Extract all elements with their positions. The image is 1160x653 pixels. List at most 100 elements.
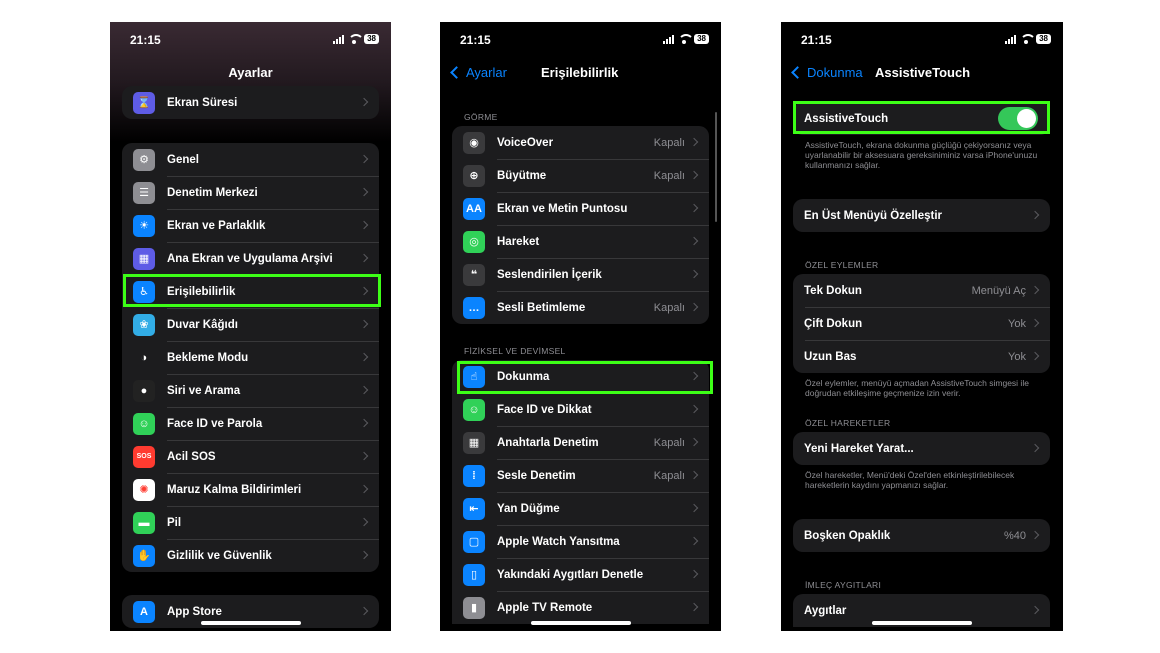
idle-opacity-row[interactable]: Boşken Opaklık %40 xyxy=(793,519,1050,552)
row-value: Kapalı xyxy=(653,469,685,482)
status-time: 21:15 xyxy=(460,33,491,47)
chevron-right-icon xyxy=(1030,443,1040,453)
new-gesture-row[interactable]: Yeni Hareket Yarat... xyxy=(793,432,1050,465)
status-time: 21:15 xyxy=(130,33,161,47)
assistivetouch-toggle-group: AssistiveTouch xyxy=(793,102,1050,135)
row-label: Erişilebilirlik xyxy=(167,285,236,298)
row-yan-dugme[interactable]: ⇤ Yan Düğme xyxy=(452,492,709,525)
home-indicator[interactable] xyxy=(200,621,301,625)
row-sesli-betimleme[interactable]: … Sesli Betimleme Kapalı xyxy=(452,291,709,324)
back-button[interactable]: Ayarlar xyxy=(448,65,507,80)
row-dokunma[interactable]: ☝ Dokunma xyxy=(452,360,709,393)
sun-icon: ☀ xyxy=(133,214,155,237)
zoom-icon: ⊕ xyxy=(463,164,485,187)
row-value: Yok xyxy=(1008,350,1026,363)
row-sesle-denetim[interactable]: ⁞ Sesle Denetim Kapalı xyxy=(452,459,709,492)
chevron-right-icon xyxy=(689,536,699,546)
row-label: Ana Ekran ve Uygulama Arşivi xyxy=(167,252,333,265)
row-label: Büyütme xyxy=(497,169,547,182)
row-label: Ekran Süresi xyxy=(167,96,238,109)
chevron-right-icon xyxy=(689,569,699,579)
row-duvar-kagidi[interactable]: ❀ Duvar Kâğıdı xyxy=(122,308,379,341)
assistivetouch-row[interactable]: AssistiveTouch xyxy=(793,102,1050,135)
customize-menu-label: En Üst Menüyü Özelleştir xyxy=(804,209,943,222)
status-icons: 38 xyxy=(663,34,709,44)
chevron-right-icon xyxy=(689,137,699,147)
home-indicator[interactable] xyxy=(530,621,631,625)
chevron-right-icon xyxy=(689,269,699,279)
row-seslendirilen-icerik[interactable]: ❝ Seslendirilen İçerik xyxy=(452,258,709,291)
back-button[interactable]: Dokunma xyxy=(789,65,863,80)
row-erisilebilirlik[interactable]: ♿ Erişilebilirlik xyxy=(122,275,379,308)
chevron-right-icon xyxy=(359,606,369,616)
row-buyutme[interactable]: ⊕ Büyütme Kapalı xyxy=(452,159,709,192)
status-icons: 38 xyxy=(333,34,379,44)
row-face-id-ve-parola[interactable]: ☺ Face ID ve Parola xyxy=(122,407,379,440)
wifi-icon xyxy=(348,34,365,44)
row-pil[interactable]: ▬ Pil xyxy=(122,506,379,539)
row-siri-ve-arama[interactable]: ● Siri ve Arama xyxy=(122,374,379,407)
touch-icon: ☝ xyxy=(463,365,485,388)
new-gesture-label: Yeni Hareket Yarat... xyxy=(804,442,914,455)
chevron-right-icon xyxy=(689,236,699,246)
chevron-right-icon xyxy=(689,437,699,447)
nearby-devices-icon: ▯ xyxy=(463,563,485,586)
chevron-right-icon xyxy=(1030,530,1040,540)
row-label: Denetim Merkezi xyxy=(167,186,258,199)
idle-opacity-value: %40 xyxy=(1003,529,1026,542)
customize-menu-row[interactable]: En Üst Menüyü Özelleştir xyxy=(793,199,1050,232)
chevron-right-icon xyxy=(689,371,699,381)
scroll-indicator[interactable] xyxy=(715,112,717,222)
row-anahtarla-denetim[interactable]: ▦ Anahtarla Denetim Kapalı xyxy=(452,426,709,459)
row-ana-ekran-ve-uygulama-arsivi[interactable]: ▦ Ana Ekran ve Uygulama Arşivi xyxy=(122,242,379,275)
row-label: Face ID ve Dikkat xyxy=(497,403,592,416)
battery-icon: ▬ xyxy=(133,511,155,534)
row-bekleme-modu[interactable]: ◑ Bekleme Modu xyxy=(122,341,379,374)
section-header-gestures: ÖZEL HAREKETLER xyxy=(805,418,891,428)
custom-actions-group: Tek Dokun Menüyü Aç Çift Dokun Yok Uzun Bas Y… xyxy=(793,274,1050,373)
hourglass-icon: ⌛ xyxy=(133,91,155,114)
row-label: Siri ve Arama xyxy=(167,384,241,397)
row-denetim-merkezi[interactable]: ☰ Denetim Merkezi xyxy=(122,176,379,209)
row-genel[interactable]: ⚙ Genel xyxy=(122,143,379,176)
chevron-right-icon xyxy=(689,503,699,513)
assistivetouch-screen: 21:15 38 Dokunma AssistiveTouch Assistiv… xyxy=(781,22,1063,631)
chevron-right-icon xyxy=(359,253,369,263)
row-face-id-ve-dikkat[interactable]: ☺ Face ID ve Dikkat xyxy=(452,393,709,426)
row-ekran-suresi[interactable]: ⌛ Ekran Süresi xyxy=(122,86,379,119)
standby-icon: ◑ xyxy=(133,346,155,369)
row-apple-watch-yansitma[interactable]: ▢ Apple Watch Yansıtma xyxy=(452,525,709,558)
chevron-right-icon xyxy=(359,220,369,230)
row-tek-dokun[interactable]: Tek Dokun Menüyü Aç xyxy=(793,274,1050,307)
row-apple-tv-remote[interactable]: ▮ Apple TV Remote xyxy=(452,591,709,624)
row-ekran-ve-parlaklik[interactable]: ☀ Ekran ve Parlaklık xyxy=(122,209,379,242)
assistivetouch-description: AssistiveTouch, ekrana dokunma güçlüğü ç… xyxy=(805,140,1038,170)
row-cift-dokun[interactable]: Çift Dokun Yok xyxy=(793,307,1050,340)
tv-remote-icon: ▮ xyxy=(463,596,485,619)
devices-label: Aygıtlar xyxy=(804,604,847,617)
row-acil-sos[interactable]: SOS Acil SOS xyxy=(122,440,379,473)
row-maruz-kalma-bildirimleri[interactable]: ✺ Maruz Kalma Bildirimleri xyxy=(122,473,379,506)
idle-opacity-label: Boşken Opaklık xyxy=(804,529,891,542)
row-label: Uzun Bas xyxy=(804,350,857,363)
assistivetouch-toggle[interactable] xyxy=(998,107,1038,130)
row-uzun-bas[interactable]: Uzun Bas Yok xyxy=(793,340,1050,373)
battery-status-icon: 38 xyxy=(1036,34,1051,44)
custom-gestures-group: Yeni Hareket Yarat... xyxy=(793,432,1050,465)
row-label: Anahtarla Denetim xyxy=(497,436,599,449)
row-yakindaki-aygitlari-denetle[interactable]: ▯ Yakındaki Aygıtları Denetle xyxy=(452,558,709,591)
section-header-vision: GÖRME xyxy=(464,112,498,122)
row-value: Kapalı xyxy=(653,436,685,449)
row-ekran-ve-metin-puntosu[interactable]: AA Ekran ve Metin Puntosu xyxy=(452,192,709,225)
settings-screen: 21:15 38 Ayarlar ⌛ Ekran Süresi ⚙ Genel ☰ De… xyxy=(110,22,391,631)
chevron-right-icon xyxy=(359,484,369,494)
sos-icon: SOS xyxy=(133,445,155,468)
exposure-icon: ✺ xyxy=(133,478,155,501)
row-gizlilik-ve-guvenlik[interactable]: ✋ Gizlilik ve Güvenlik xyxy=(122,539,379,572)
row-hareket[interactable]: ◎ Hareket xyxy=(452,225,709,258)
home-indicator[interactable] xyxy=(872,621,972,625)
row-voiceover[interactable]: ◉ VoiceOver Kapalı xyxy=(452,126,709,159)
customize-group: En Üst Menüyü Özelleştir xyxy=(793,199,1050,232)
row-label: Duvar Kâğıdı xyxy=(167,318,238,331)
appstore-icon: A xyxy=(133,600,155,623)
